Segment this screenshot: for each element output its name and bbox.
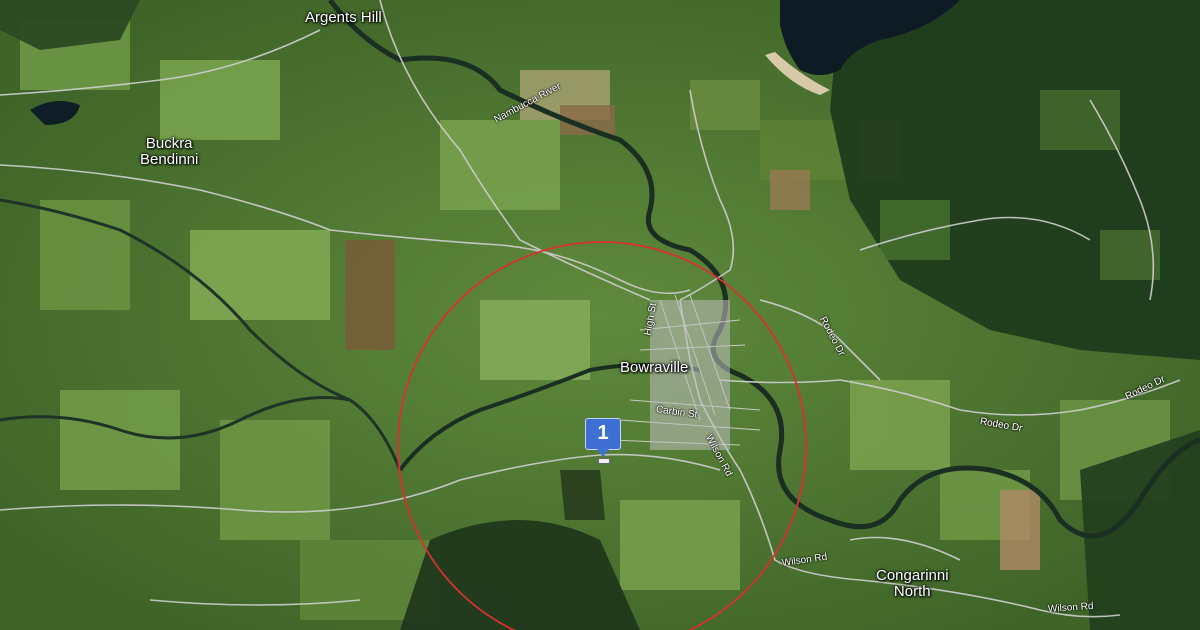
place-label-congarinni-north: Congarinni North <box>876 568 949 600</box>
map-imagery <box>0 0 1200 630</box>
marker-label: 1 <box>597 422 609 444</box>
place-label-argents-hill: Argents Hill <box>305 9 382 26</box>
place-label-line: North <box>893 582 931 600</box>
place-label-line: Congarinni <box>876 567 949 584</box>
marker-base <box>598 458 610 464</box>
location-marker[interactable]: 1 <box>585 418 621 464</box>
place-label-line: Bendinni <box>140 150 199 168</box>
marker-tip <box>597 449 609 457</box>
place-label-bowraville: Bowraville <box>620 359 689 376</box>
satellite-map[interactable]: Argents Hill Buckra Bendinni Bowraville … <box>0 0 1200 630</box>
place-label-buckra-bendinni: Buckra Bendinni <box>140 136 198 168</box>
place-label-line: Buckra <box>145 135 193 152</box>
